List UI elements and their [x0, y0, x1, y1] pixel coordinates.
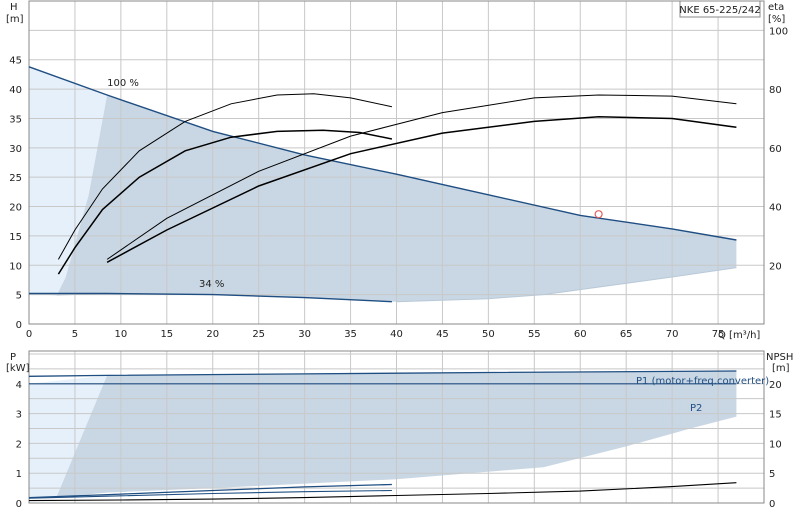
pump-model-box: NKE 65-225/242 [679, 0, 761, 18]
x-tick-label: 30 [298, 329, 311, 340]
power-tick-label: 0 [16, 499, 22, 510]
eta-tick-label: 40 [769, 203, 782, 214]
head-tick-label: 5 [16, 291, 22, 302]
pump-model-title: NKE 65-225/242 [679, 5, 760, 16]
eta-tick-label: 60 [769, 144, 782, 155]
x-tick-label: 0 [26, 329, 32, 340]
x-tick-label: 50 [482, 329, 495, 340]
power-tick-label: 4 [16, 380, 22, 391]
npsh-tick-label: 0 [769, 499, 775, 510]
eta-axis-label: eta [768, 2, 784, 13]
head-tick-label: 20 [9, 203, 22, 214]
npsh-tick-label: 20 [769, 380, 782, 391]
npsh-axis-unit: [m] [772, 363, 790, 374]
npsh-axis-label: NPSH [766, 352, 793, 363]
x-tick-label: 15 [160, 329, 173, 340]
x-tick-label: 25 [252, 329, 265, 340]
duty-point-marker [594, 210, 603, 219]
flow-axis-label: Q [m³/h] [718, 330, 760, 341]
chart-canvas: 0 5 10 15 20 25 30 35 40 45 50 55 60 65 70 750510152025… [6, 0, 793, 510]
x-tick-label: 10 [115, 329, 128, 340]
x-tick-label: 55 [528, 329, 541, 340]
x-tick-label: 40 [390, 329, 403, 340]
power-axis-unit: [kW] [6, 363, 30, 374]
power-axis-label: P [10, 352, 16, 363]
p2-series-label: P2 [690, 403, 702, 414]
head-tick-label: 25 [9, 173, 22, 184]
p1-series-label: P1 (motor+freq.converter) [636, 376, 769, 387]
power-tick-label: 1 [16, 469, 22, 480]
speed-annotation: 34 % [199, 279, 224, 290]
x-tick-label: 70 [666, 329, 679, 340]
npsh-tick-label: 15 [769, 410, 782, 421]
speed-annotation: 100 % [107, 78, 139, 89]
x-tick-label: 45 [436, 329, 449, 340]
head-tick-label: 45 [9, 56, 22, 67]
x-tick-label: 60 [574, 329, 587, 340]
head-tick-label: 40 [9, 85, 22, 96]
pump-performance-chart: 0 5 10 15 20 25 30 35 40 45 50 55 60 65 70 75 0 5 10 15 20 25… [0, 0, 800, 520]
head-tick-label: 30 [9, 144, 22, 155]
x-tick-label: 35 [344, 329, 357, 340]
head-axis-unit: [m] [6, 14, 24, 25]
x-tick-label: 5 [72, 329, 78, 340]
eta-tick-label: 20 [769, 261, 782, 272]
head-tick-label: 10 [9, 261, 22, 272]
eta-axis-unit: [%] [768, 14, 785, 25]
eta-tick-label: 100 [769, 26, 788, 37]
head-tick-label: 0 [16, 320, 22, 331]
npsh-tick-label: 10 [769, 439, 782, 450]
x-tick-label: 20 [206, 329, 219, 340]
npsh-tick-label: 5 [769, 469, 775, 480]
power-tick-label: 2 [16, 439, 22, 450]
head-tick-label: 15 [9, 232, 22, 243]
fill-layer [29, 66, 737, 498]
eta-tick-label: 80 [769, 85, 782, 96]
head-tick-label: 35 [9, 114, 22, 125]
power-tick-label: 3 [16, 410, 22, 421]
x-tick-label: 65 [620, 329, 633, 340]
head-axis-label: H [10, 2, 18, 13]
